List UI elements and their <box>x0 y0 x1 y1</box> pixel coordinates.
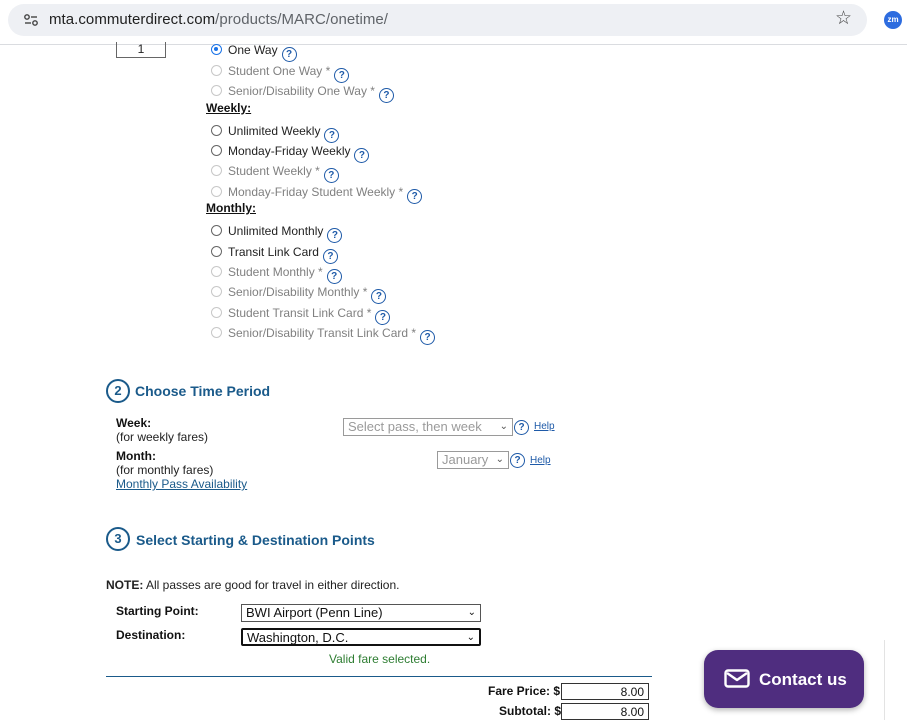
subtotal-value: 8.00 <box>561 703 649 720</box>
radio-button <box>211 286 222 297</box>
radio-mf-weekly[interactable]: Monday-Friday Weekly? <box>211 142 370 163</box>
radio-student-monthly: Student Monthly *? <box>211 263 342 284</box>
radio-button <box>211 165 222 176</box>
divider <box>884 640 885 720</box>
help-icon[interactable]: ? <box>327 228 343 243</box>
chevron-down-icon: ⌄ <box>495 454 504 465</box>
radio-one-way[interactable]: One Way? <box>211 41 297 62</box>
step-3-badge: 3 <box>106 527 130 551</box>
week-help-link[interactable]: Help <box>534 421 555 432</box>
address-bar[interactable]: mta.commuterdirect.com/products/MARC/one… <box>8 4 867 36</box>
help-icon[interactable]: ? <box>323 168 339 183</box>
radio-button[interactable] <box>211 125 222 136</box>
note-label: NOTE: <box>106 578 144 592</box>
travel-note: NOTE: All passes are good for travel in … <box>106 578 399 592</box>
site-settings-icon[interactable] <box>23 12 39 28</box>
radio-button[interactable] <box>211 225 222 236</box>
contact-us-button[interactable]: Contact us <box>704 650 864 708</box>
destination-select[interactable]: Washington, D.C. ⌄ <box>241 628 481 646</box>
help-icon[interactable]: ? <box>375 310 391 325</box>
help-icon[interactable]: ? <box>324 128 340 143</box>
radio-student-transit-link: Student Transit Link Card *? <box>211 304 391 325</box>
radio-mf-student-weekly: Monday-Friday Student Weekly *? <box>211 183 423 204</box>
help-icon[interactable]: ? <box>371 289 387 304</box>
radio-button <box>211 186 222 197</box>
radio-button <box>211 307 222 318</box>
help-icon[interactable]: ? <box>334 68 350 83</box>
contact-us-label: Contact us <box>759 670 847 689</box>
starting-point-select[interactable]: BWI Airport (Penn Line) ⌄ <box>241 604 481 622</box>
url-text[interactable]: mta.commuterdirect.com/products/MARC/one… <box>49 11 388 28</box>
browser-toolbar: mta.commuterdirect.com/products/MARC/one… <box>0 0 907 45</box>
help-icon[interactable]: ? <box>514 420 529 435</box>
month-select[interactable]: January ⌄ <box>437 451 509 469</box>
fare-price-label: Fare Price: $ <box>488 684 561 698</box>
help-icon[interactable]: ? <box>510 453 525 468</box>
help-icon[interactable]: ? <box>420 330 436 345</box>
monthly-heading: Monthly: <box>206 201 256 215</box>
radio-button <box>211 327 222 338</box>
valid-fare-message: Valid fare selected. <box>329 652 431 666</box>
fare-price-value: 8.00 <box>561 683 649 700</box>
radio-button[interactable] <box>211 44 222 55</box>
chevron-down-icon: ⌄ <box>499 421 508 432</box>
radio-button <box>211 85 222 96</box>
radio-unlimited-monthly[interactable]: Unlimited Monthly? <box>211 222 343 243</box>
radio-student-one-way: Student One Way *? <box>211 62 350 83</box>
help-icon[interactable]: ? <box>407 189 423 204</box>
help-icon[interactable]: ? <box>322 249 338 264</box>
step-2-title: Choose Time Period <box>135 383 271 399</box>
radio-button[interactable] <box>211 246 222 257</box>
destination-label: Destination: <box>116 628 186 642</box>
radio-button[interactable] <box>211 145 222 156</box>
radio-senior-transit-link: Senior/Disability Transit Link Card *? <box>211 324 436 345</box>
help-icon[interactable]: ? <box>281 47 297 62</box>
bookmark-star-icon[interactable]: ☆ <box>835 9 852 29</box>
week-label: Week: <box>116 416 152 430</box>
chevron-down-icon: ⌄ <box>466 632 475 643</box>
radio-senior-one-way: Senior/Disability One Way *? <box>211 82 394 103</box>
week-note: (for weekly fares) <box>116 430 209 444</box>
radio-senior-monthly: Senior/Disability Monthly *? <box>211 283 387 304</box>
month-help-link[interactable]: Help <box>530 455 551 466</box>
note-text: All passes are good for travel in either… <box>143 578 400 592</box>
radio-unlimited-weekly[interactable]: Unlimited Weekly? <box>211 122 340 143</box>
weekly-heading: Weekly: <box>206 101 252 115</box>
week-select[interactable]: Select pass, then week ⌄ <box>343 418 513 436</box>
quantity-input[interactable]: 1 <box>116 42 166 58</box>
step-2-badge: 2 <box>106 379 130 403</box>
monthly-availability-link[interactable]: Monthly Pass Availability <box>116 477 247 491</box>
radio-button <box>211 266 222 277</box>
month-note: (for monthly fares) <box>116 463 214 477</box>
step-3-title: Select Starting & Destination Points <box>136 532 375 548</box>
radio-button <box>211 65 222 76</box>
radio-transit-link-card[interactable]: Transit Link Card? <box>211 243 338 264</box>
extension-icon[interactable]: zm <box>884 11 902 29</box>
mail-icon <box>724 669 750 688</box>
chevron-down-icon: ⌄ <box>467 607 476 618</box>
help-icon[interactable]: ? <box>326 269 342 284</box>
subtotal-label: Subtotal: $ <box>499 704 561 718</box>
divider <box>106 676 652 677</box>
starting-point-label: Starting Point: <box>116 604 199 618</box>
month-label: Month: <box>116 449 156 463</box>
radio-student-weekly: Student Weekly *? <box>211 162 339 183</box>
help-icon[interactable]: ? <box>378 88 394 103</box>
help-icon[interactable]: ? <box>354 148 370 163</box>
